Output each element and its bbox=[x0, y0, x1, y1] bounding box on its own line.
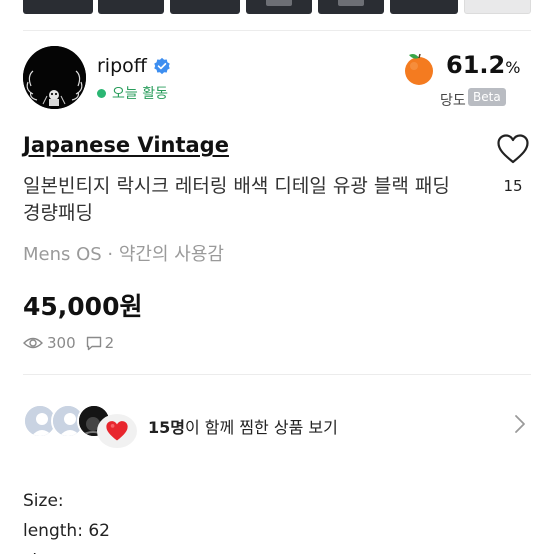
seller-avatar[interactable] bbox=[23, 46, 86, 109]
view-count: 300 bbox=[47, 334, 76, 352]
top-divider bbox=[23, 30, 531, 31]
sweetness-percent-sign: % bbox=[505, 58, 521, 77]
image-thumbnail-strip[interactable] bbox=[0, 0, 554, 14]
beta-badge: Beta bbox=[468, 88, 506, 106]
chat-icon bbox=[86, 336, 101, 350]
product-meta: Mens OS · 약간의 사용감 bbox=[23, 244, 224, 265]
eye-icon bbox=[23, 337, 43, 349]
seller-section[interactable]: ripoff 오늘 활동 61.2% 당도 Beta bbox=[23, 46, 531, 112]
online-status-dot bbox=[97, 88, 106, 98]
heart-badge bbox=[97, 414, 137, 448]
seller-name[interactable]: ripoff bbox=[97, 55, 147, 77]
sweetness-score[interactable]: 61.2% 당도 Beta bbox=[401, 48, 531, 112]
orange-icon bbox=[405, 53, 433, 85]
thumbnail-6[interactable] bbox=[390, 0, 458, 14]
verified-check-icon bbox=[154, 57, 170, 75]
liked-by-row[interactable]: 15명이 함께 찜한 상품 보기 bbox=[23, 402, 531, 448]
heart-icon[interactable] bbox=[497, 134, 529, 164]
product-stats: 300 2 bbox=[23, 334, 114, 352]
sweetness-label: 당도 bbox=[440, 93, 466, 109]
red-heart-icon bbox=[106, 421, 128, 441]
section-divider bbox=[23, 374, 531, 375]
thumbnail-4[interactable] bbox=[246, 0, 312, 14]
online-status-text: 오늘 활동 bbox=[112, 86, 168, 102]
thumbnail-7[interactable] bbox=[464, 0, 531, 14]
like-count: 15 bbox=[503, 177, 523, 195]
description-line: chest: bbox=[23, 546, 110, 554]
liked-text: 이 함께 찜한 상품 보기 bbox=[185, 418, 338, 437]
chevron-right-icon[interactable] bbox=[514, 414, 526, 434]
thumbnail-1[interactable] bbox=[23, 0, 93, 14]
thumbnail-2[interactable] bbox=[98, 0, 164, 14]
product-title: 일본빈티지 락시크 레터링 배색 디테일 유광 블랙 패딩 경량패딩 bbox=[23, 175, 450, 224]
chat-count: 2 bbox=[104, 334, 115, 352]
description-line: length: 62 bbox=[23, 521, 110, 541]
product-description: Size: length: 62 chest: bbox=[23, 486, 110, 554]
thumbnail-3[interactable] bbox=[170, 0, 240, 14]
thumbnail-5[interactable] bbox=[318, 0, 384, 14]
product-price: 45,000원 bbox=[23, 292, 143, 321]
brand-link[interactable]: Japanese Vintage bbox=[23, 133, 229, 157]
liked-count: 15명 bbox=[148, 418, 185, 437]
like-button[interactable]: 15 bbox=[495, 134, 531, 195]
description-line: Size: bbox=[23, 491, 64, 511]
sweetness-percent: 61.2 bbox=[446, 51, 506, 79]
